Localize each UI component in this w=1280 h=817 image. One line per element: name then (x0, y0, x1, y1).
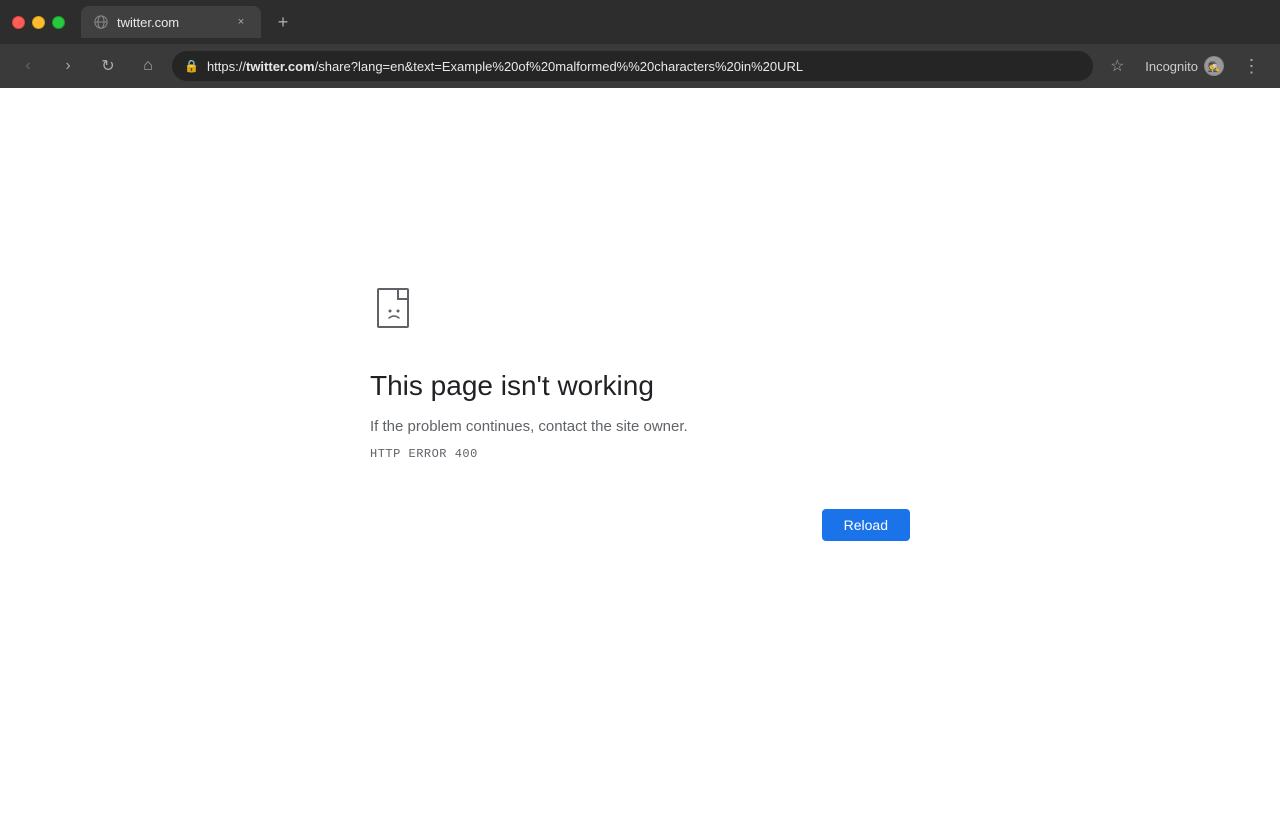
tab-favicon (93, 14, 109, 30)
address-bar[interactable]: 🔒 https://twitter.com/share?lang=en&text… (172, 51, 1093, 81)
svg-text:🕵: 🕵 (1208, 60, 1221, 73)
address-path: /share?lang=en&text=Example%20of%20malfo… (315, 59, 804, 74)
home-button[interactable]: ⌂ (132, 50, 164, 82)
incognito-label: Incognito (1145, 59, 1198, 74)
bookmark-icon: ☆ (1110, 56, 1124, 76)
maximize-window-button[interactable] (52, 16, 65, 29)
tab-close-button[interactable]: × (233, 14, 249, 30)
tab-title: twitter.com (117, 15, 225, 30)
address-domain: twitter.com (246, 59, 315, 74)
minimize-window-button[interactable] (32, 16, 45, 29)
reload-page-button[interactable]: Reload (822, 509, 910, 541)
traffic-lights (12, 16, 65, 29)
incognito-icon: 🕵 (1204, 56, 1224, 76)
error-code: HTTP ERROR 400 (370, 447, 478, 461)
new-tab-button[interactable]: + (269, 8, 297, 36)
browser-tab[interactable]: twitter.com × (81, 6, 261, 38)
address-url: https://twitter.com/share?lang=en&text=E… (207, 59, 1081, 74)
close-window-button[interactable] (12, 16, 25, 29)
nav-bar: ‹ › ↻ ⌂ 🔒 https://twitter.com/share?lang… (0, 44, 1280, 88)
browser-chrome: twitter.com × + ‹ › ↻ ⌂ 🔒 https://twitte… (0, 0, 1280, 88)
error-title: This page isn't working (370, 370, 654, 402)
nav-right-controls: ☆ Incognito 🕵 ⋮ (1101, 50, 1268, 82)
reload-btn-wrapper: Reload (370, 509, 910, 541)
title-bar: twitter.com × + (0, 0, 1280, 44)
error-subtitle: If the problem continues, contact the si… (370, 418, 688, 435)
home-icon: ⌂ (143, 57, 153, 75)
lock-icon: 🔒 (184, 59, 199, 73)
error-icon (370, 285, 422, 342)
forward-button[interactable]: › (52, 50, 84, 82)
page-content: This page isn't working If the problem c… (0, 88, 1280, 817)
error-document-icon (370, 285, 422, 337)
reload-icon: ↻ (101, 56, 114, 76)
menu-icon: ⋮ (1243, 56, 1262, 77)
back-button[interactable]: ‹ (12, 50, 44, 82)
error-container: This page isn't working If the problem c… (330, 285, 950, 541)
bookmark-button[interactable]: ☆ (1101, 50, 1133, 82)
reload-button[interactable]: ↻ (92, 50, 124, 82)
address-protocol: https:// (207, 59, 246, 74)
forward-icon: › (65, 57, 70, 75)
incognito-badge: Incognito 🕵 (1137, 52, 1232, 80)
browser-menu-button[interactable]: ⋮ (1236, 50, 1268, 82)
back-icon: ‹ (25, 57, 30, 75)
